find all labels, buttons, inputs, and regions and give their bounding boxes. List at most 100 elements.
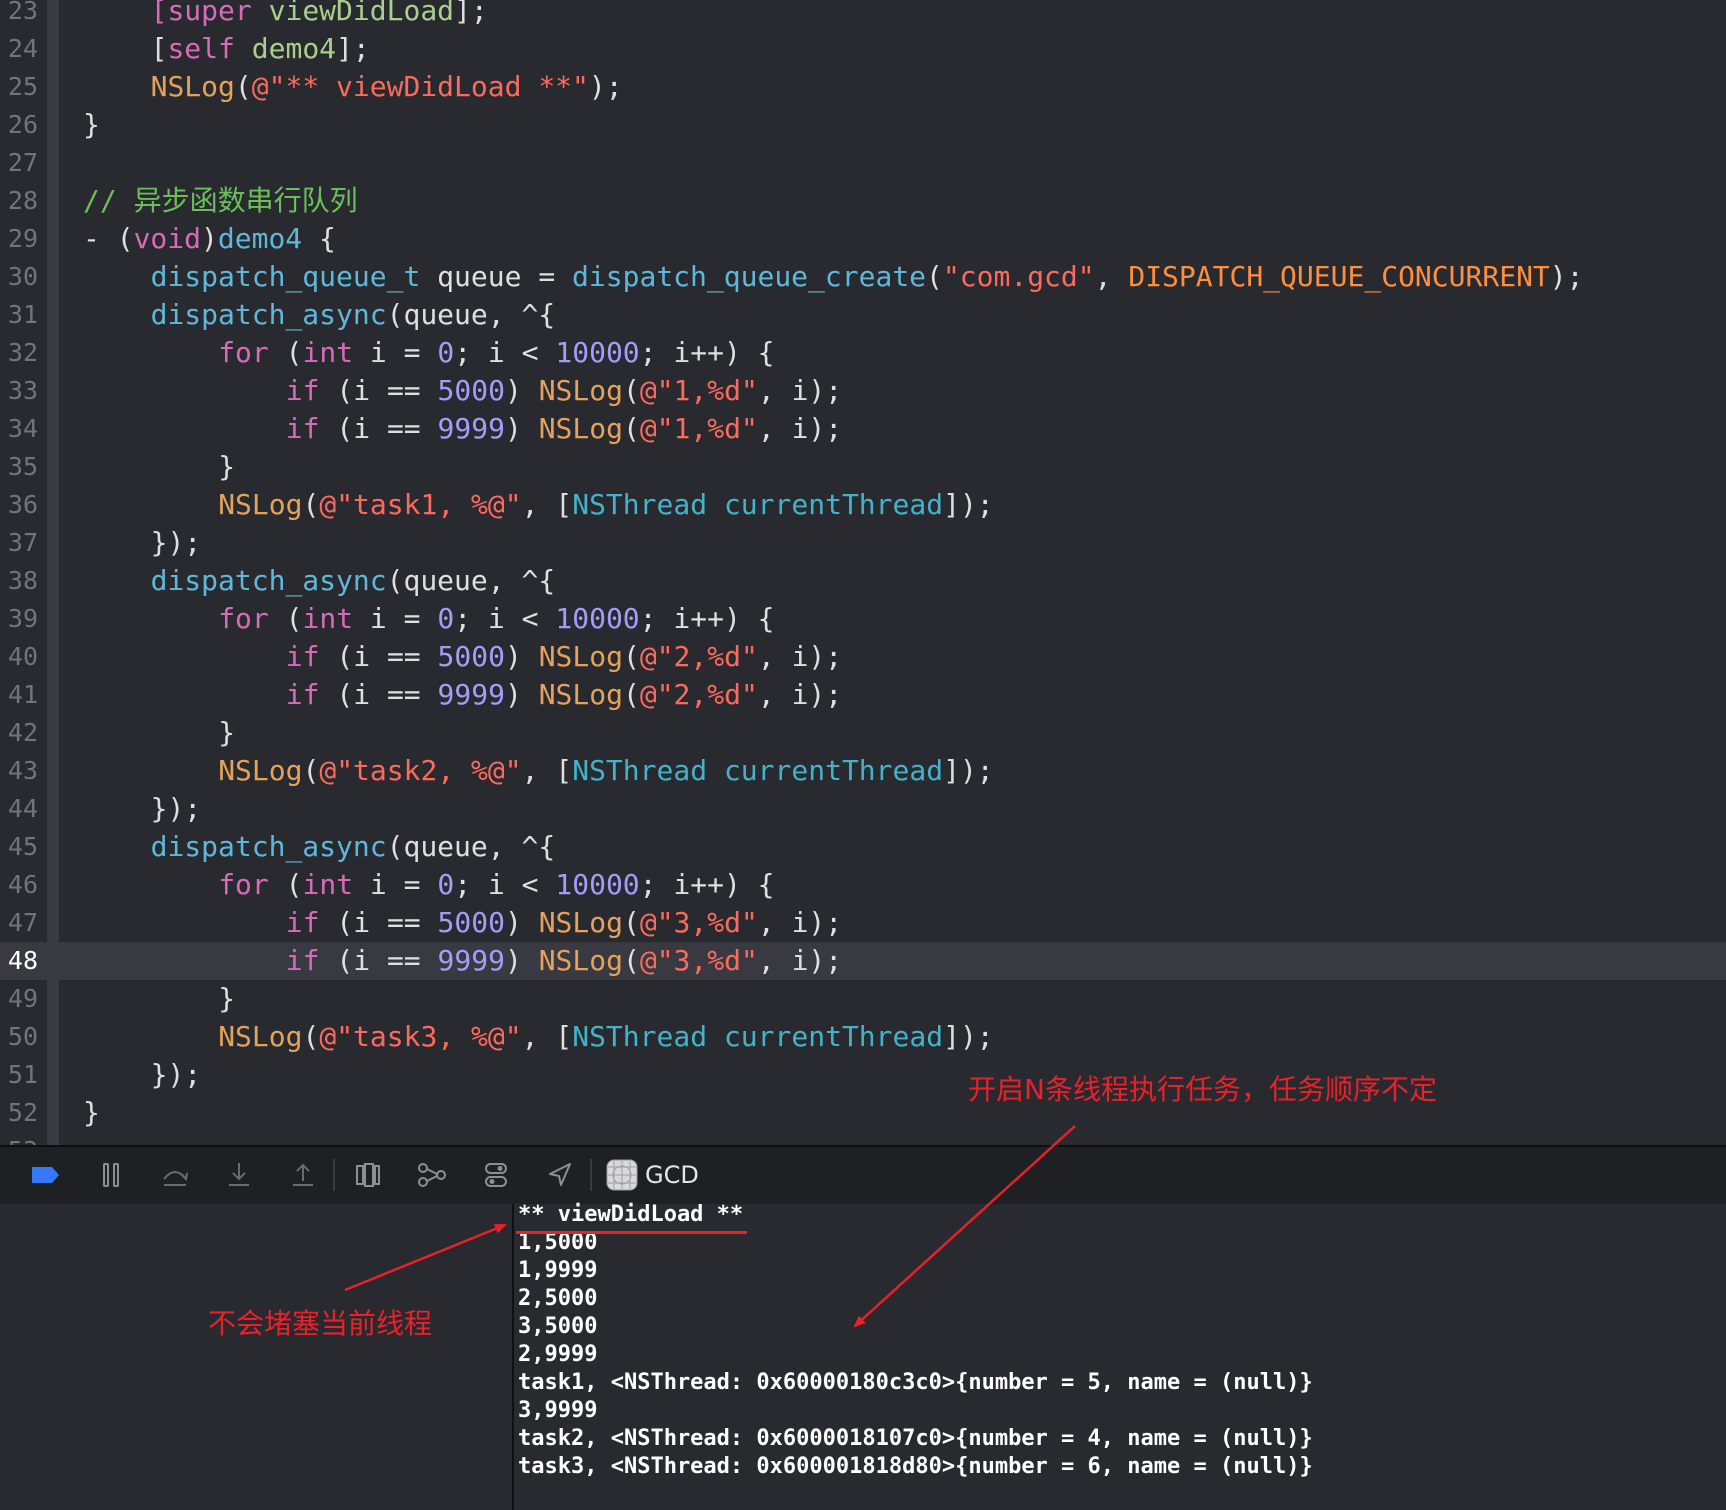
code-token: queue = (420, 260, 573, 293)
variables-view[interactable] (0, 1204, 514, 1510)
code-token: , i); (757, 412, 843, 445)
line-number: 45 (7, 832, 38, 861)
breakpoint-toggle-icon[interactable] (28, 1157, 64, 1193)
code-line[interactable]: 44}); (0, 790, 1726, 828)
code-text: NSLog(@"task3, %@", [NSThread currentThr… (218, 1018, 993, 1056)
step-into-icon[interactable] (221, 1157, 257, 1193)
code-line[interactable]: 29 - (void)demo4 { (0, 220, 1726, 258)
line-number: 36 (7, 490, 38, 519)
code-line[interactable]: 30 dispatch_queue_t queue = dispatch_queu… (0, 258, 1726, 296)
line-number: 42 (7, 718, 38, 747)
code-line[interactable]: 47 if (i == 5000) NSLog(@"3,%d", i); (0, 904, 1726, 942)
code-token: ]); (943, 754, 994, 787)
code-text: [super viewDidLoad]; (151, 0, 488, 30)
code-line[interactable]: 38 dispatch_async(queue, ^{ (0, 562, 1726, 600)
code-line[interactable]: 34 if (i == 9999) NSLog(@"1,%d", i); (0, 410, 1726, 448)
code-token: i = (353, 868, 438, 901)
code-line[interactable]: 28 // 异步函数串行队列 (0, 182, 1726, 220)
step-over-icon[interactable] (157, 1157, 193, 1193)
code-line[interactable]: 50 NSLog(@"task3, %@", [NSThread currentT… (0, 1018, 1726, 1056)
code-token: (queue, ^{ (386, 830, 556, 863)
memory-graph-icon[interactable] (414, 1157, 450, 1193)
code-token: ( (268, 602, 303, 635)
code-token: viewDidLoad (268, 0, 455, 27)
code-token: 0 (437, 602, 455, 635)
code-line[interactable]: 27 (0, 144, 1726, 182)
code-token: ( (622, 640, 640, 673)
code-token: ); (588, 70, 623, 103)
code-line[interactable]: 46 for (int i = 0; i < 10000; i++) { (0, 866, 1726, 904)
code-token: (i == (319, 678, 438, 711)
code-line[interactable]: 26} (0, 106, 1726, 144)
code-token: ) (504, 374, 539, 407)
code-token: ) (504, 412, 539, 445)
code-line[interactable]: 53 (0, 1132, 1726, 1145)
code-line[interactable]: 23 [super viewDidLoad]; (0, 0, 1726, 30)
line-number: 37 (7, 528, 38, 557)
line-number: 51 (7, 1060, 38, 1089)
code-line[interactable]: 32 for (int i = 0; i < 10000; i++) { (0, 334, 1726, 372)
target-label[interactable]: GCD (645, 1159, 699, 1191)
code-line[interactable]: 41 if (i == 9999) NSLog(@"2,%d", i); (0, 676, 1726, 714)
code-token: @"1,%d" (639, 412, 758, 445)
code-line[interactable]: 43 NSLog(@"task2, %@", [NSThread currentT… (0, 752, 1726, 790)
simulate-location-icon[interactable] (542, 1157, 578, 1193)
code-token: 9999 (437, 944, 505, 977)
code-text: } (83, 1094, 100, 1132)
app-icon[interactable] (604, 1157, 640, 1193)
code-line[interactable]: 40 if (i == 5000) NSLog(@"2,%d", i); (0, 638, 1726, 676)
code-line[interactable]: 42} (0, 714, 1726, 752)
code-line[interactable]: 45 dispatch_async(queue, ^{ (0, 828, 1726, 866)
debug-console[interactable]: ** viewDidLoad ** 1,5000 1,9999 2,5000 3,500… (514, 1202, 1726, 1510)
line-number: 24 (7, 34, 38, 63)
environment-overrides-icon[interactable] (478, 1157, 514, 1193)
code-token: } (83, 108, 100, 141)
code-line[interactable]: 33 if (i == 5000) NSLog(@"1,%d", i); (0, 372, 1726, 410)
code-token: @"2,%d" (639, 640, 758, 673)
code-text: if (i == 5000) NSLog(@"1,%d", i); (286, 372, 842, 410)
code-token: NSLog (538, 678, 623, 711)
pause-icon[interactable] (93, 1157, 129, 1193)
view-hierarchy-icon[interactable] (350, 1157, 386, 1193)
code-token: @"task1, %@" (319, 488, 522, 521)
code-line[interactable]: 37}); (0, 524, 1726, 562)
step-out-icon[interactable] (285, 1157, 321, 1193)
code-editor[interactable]: 23 [super viewDidLoad]; 24 [self demo4]; 25 N… (0, 0, 1726, 1145)
code-line[interactable]: 24 [self demo4]; (0, 30, 1726, 68)
line-number: 38 (7, 566, 38, 595)
line-number: 39 (7, 604, 38, 633)
code-token: NSThread (572, 1020, 708, 1053)
code-token: (i == (319, 944, 438, 977)
code-token: }); (150, 792, 202, 825)
console-output-line: 2,9999 (518, 1342, 598, 1367)
code-token: ]; (454, 0, 488, 27)
line-number: 26 (7, 110, 38, 139)
code-token: NSLog (218, 488, 303, 521)
code-line[interactable]: 49} (0, 980, 1726, 1018)
code-text: [self demo4]; (151, 30, 370, 68)
code-token: @"3,%d" (639, 906, 758, 939)
code-line[interactable]: 52} (0, 1094, 1726, 1132)
code-text: if (i == 9999) NSLog(@"1,%d", i); (286, 410, 842, 448)
code-line[interactable]: 25 NSLog(@"** viewDidLoad **"); (0, 68, 1726, 106)
code-token: ]); (943, 488, 994, 521)
code-token: [super (150, 0, 269, 27)
code-token: ); (1549, 260, 1584, 293)
line-number: 46 (7, 870, 38, 899)
code-token: ( (926, 260, 943, 293)
code-token: (i == (319, 412, 438, 445)
code-token: NSThread (572, 488, 708, 521)
code-line[interactable]: 31 dispatch_async(queue, ^{ (0, 296, 1726, 334)
code-token: , i); (757, 640, 843, 673)
code-line[interactable]: 36 NSLog(@"task1, %@", [NSThread currentT… (0, 486, 1726, 524)
code-token: 5000 (437, 374, 505, 407)
line-number: 44 (7, 794, 38, 823)
code-line[interactable]: 35} (0, 448, 1726, 486)
code-line[interactable]: 48 if (i == 9999) NSLog(@"3,%d", i); (0, 942, 1726, 980)
code-token: if (285, 640, 320, 673)
code-token: ; i++) { (639, 868, 775, 901)
code-token: , [ (521, 754, 573, 787)
code-line[interactable]: 39 for (int i = 0; i < 10000; i++) { (0, 600, 1726, 638)
code-line[interactable]: 51}); (0, 1056, 1726, 1094)
